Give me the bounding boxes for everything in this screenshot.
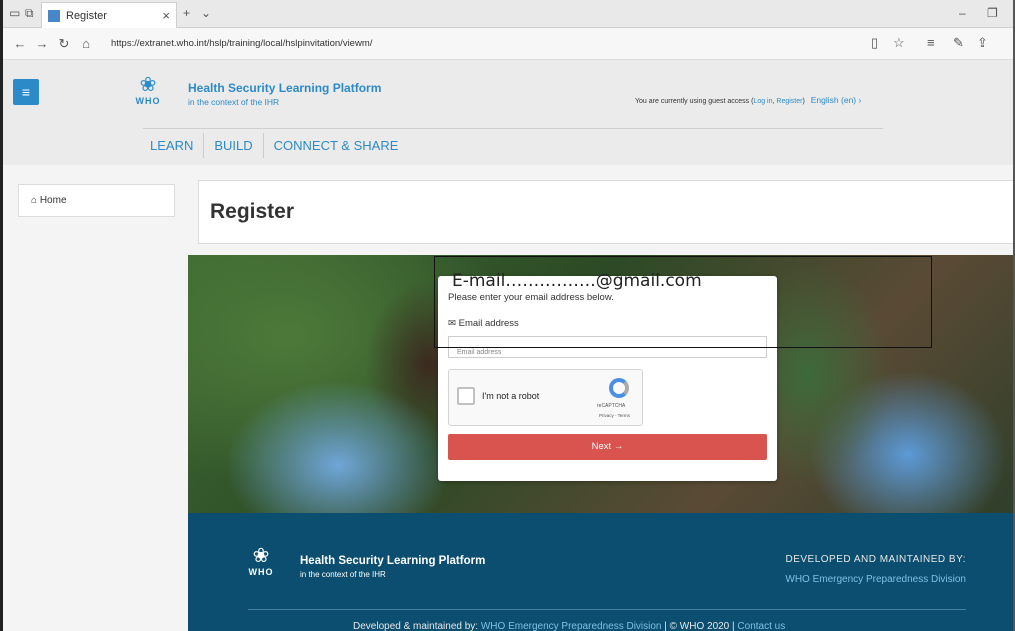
footer-who-logo: ❀ WHO — [248, 545, 274, 577]
close-tab-icon[interactable]: × — [162, 8, 170, 23]
reading-view-icon[interactable]: ▯ — [871, 35, 878, 51]
who-emblem-icon: ❀ — [139, 74, 157, 96]
address-bar: ← → ↻ ⌂ https://extranet.who.int/hslp/tr… — [3, 28, 1013, 60]
language-selector[interactable]: English (en) › — [811, 95, 862, 105]
browser-tab[interactable]: Register × — [41, 2, 177, 28]
header-divider — [143, 128, 883, 129]
browser-window: ▭ ⧉ Register × + ⌄ – ❐ ← → ↻ ⌂ https://e… — [0, 0, 1015, 631]
footer-bottom-line: Developed & maintained by: WHO Emergency… — [353, 621, 785, 631]
minimize-icon[interactable]: – — [959, 6, 966, 20]
brand-title[interactable]: Health Security Learning Platform — [188, 81, 381, 95]
recaptcha-checkbox[interactable] — [457, 387, 475, 405]
favorite-star-icon[interactable]: ☆ — [893, 35, 905, 51]
recaptcha-links[interactable]: Privacy - Terms — [599, 413, 630, 418]
next-button[interactable]: Next → — [448, 434, 767, 460]
favorites-hub-icon[interactable]: ≡ — [927, 35, 935, 50]
brand-subtitle: in the context of the IHR — [188, 97, 280, 107]
tab-list-icon[interactable]: ⧉ — [25, 6, 34, 21]
guest-prefix: You are currently using guest access ( — [635, 98, 754, 105]
recaptcha-brand: reCAPTCHA — [597, 403, 626, 409]
footer-bottom-prefix: Developed & maintained by: — [353, 621, 481, 631]
hamburger-menu-button[interactable]: ≡ — [13, 79, 39, 105]
tab-bar: ▭ ⧉ Register × + ⌄ – ❐ — [3, 0, 1013, 28]
main-nav: LEARN BUILD CONNECT & SHARE — [140, 133, 408, 158]
home-icon[interactable]: ⌂ — [75, 36, 97, 51]
sidebar-home-label: Home — [39, 195, 67, 206]
footer-who-text: WHO — [248, 567, 274, 577]
footer-title: Health Security Learning Platform — [300, 555, 486, 567]
login-link[interactable]: Log in — [753, 98, 772, 105]
nav-connect-share[interactable]: CONNECT & SHARE — [264, 133, 409, 158]
who-logo-text: WHO — [135, 96, 161, 106]
annotation-email-text: E-mail…………….@gmail.com — [452, 271, 702, 291]
new-tab-icon[interactable]: + — [183, 6, 190, 20]
footer-bottom-link[interactable]: WHO Emergency Preparedness Division — [481, 621, 662, 631]
footer-divider — [248, 609, 966, 610]
nav-build[interactable]: BUILD — [204, 133, 264, 158]
refresh-icon[interactable]: ↻ — [53, 36, 75, 52]
recaptcha-widget: I'm not a robot reCAPTCHA Privacy - Term… — [448, 369, 643, 426]
share-icon[interactable]: ⇪ — [977, 35, 988, 51]
home-icon: ⌂ — [31, 195, 38, 206]
footer-subtitle: in the context of the IHR — [300, 570, 386, 579]
footer-bottom-suffix: | © WHO 2020 | — [661, 621, 738, 631]
url-field[interactable]: https://extranet.who.int/hslp/training/l… — [111, 38, 372, 49]
footer-developed-label: DEVELOPED AND MAINTAINED BY: — [785, 554, 966, 565]
who-emblem-icon: ❀ — [252, 545, 270, 567]
nav-learn[interactable]: LEARN — [140, 133, 205, 158]
favicon-icon — [48, 9, 60, 22]
guest-access-notice: You are currently using guest access (Lo… — [635, 95, 862, 105]
page-title: Register — [210, 200, 295, 223]
annotation-box — [434, 256, 932, 348]
restore-icon[interactable]: ❐ — [987, 6, 998, 20]
who-logo[interactable]: ❀ WHO — [135, 74, 161, 106]
site-footer: ❀ WHO Health Security Learning Platform … — [188, 513, 1013, 631]
tab-actions-icon[interactable]: ▭ — [9, 6, 20, 20]
site-header: ≡ ❀ WHO Health Security Learning Platfor… — [3, 60, 1013, 165]
contact-us-link[interactable]: Contact us — [737, 621, 785, 631]
notes-pen-icon[interactable]: ✎ — [953, 35, 964, 51]
recaptcha-label: I'm not a robot — [482, 391, 540, 401]
sidebar-home-item[interactable]: ⌂ Home — [18, 184, 175, 217]
recaptcha-logo-icon — [609, 378, 629, 398]
tab-title: Register — [66, 9, 107, 22]
footer-division-link[interactable]: WHO Emergency Preparedness Division — [785, 574, 966, 585]
back-icon[interactable]: ← — [9, 36, 31, 51]
page-title-card: Register — [198, 180, 1013, 244]
register-link[interactable]: Register — [776, 98, 802, 105]
forward-icon[interactable]: → — [31, 36, 53, 51]
guest-suffix: ) — [802, 98, 805, 105]
tab-dropdown-icon[interactable]: ⌄ — [201, 6, 211, 20]
